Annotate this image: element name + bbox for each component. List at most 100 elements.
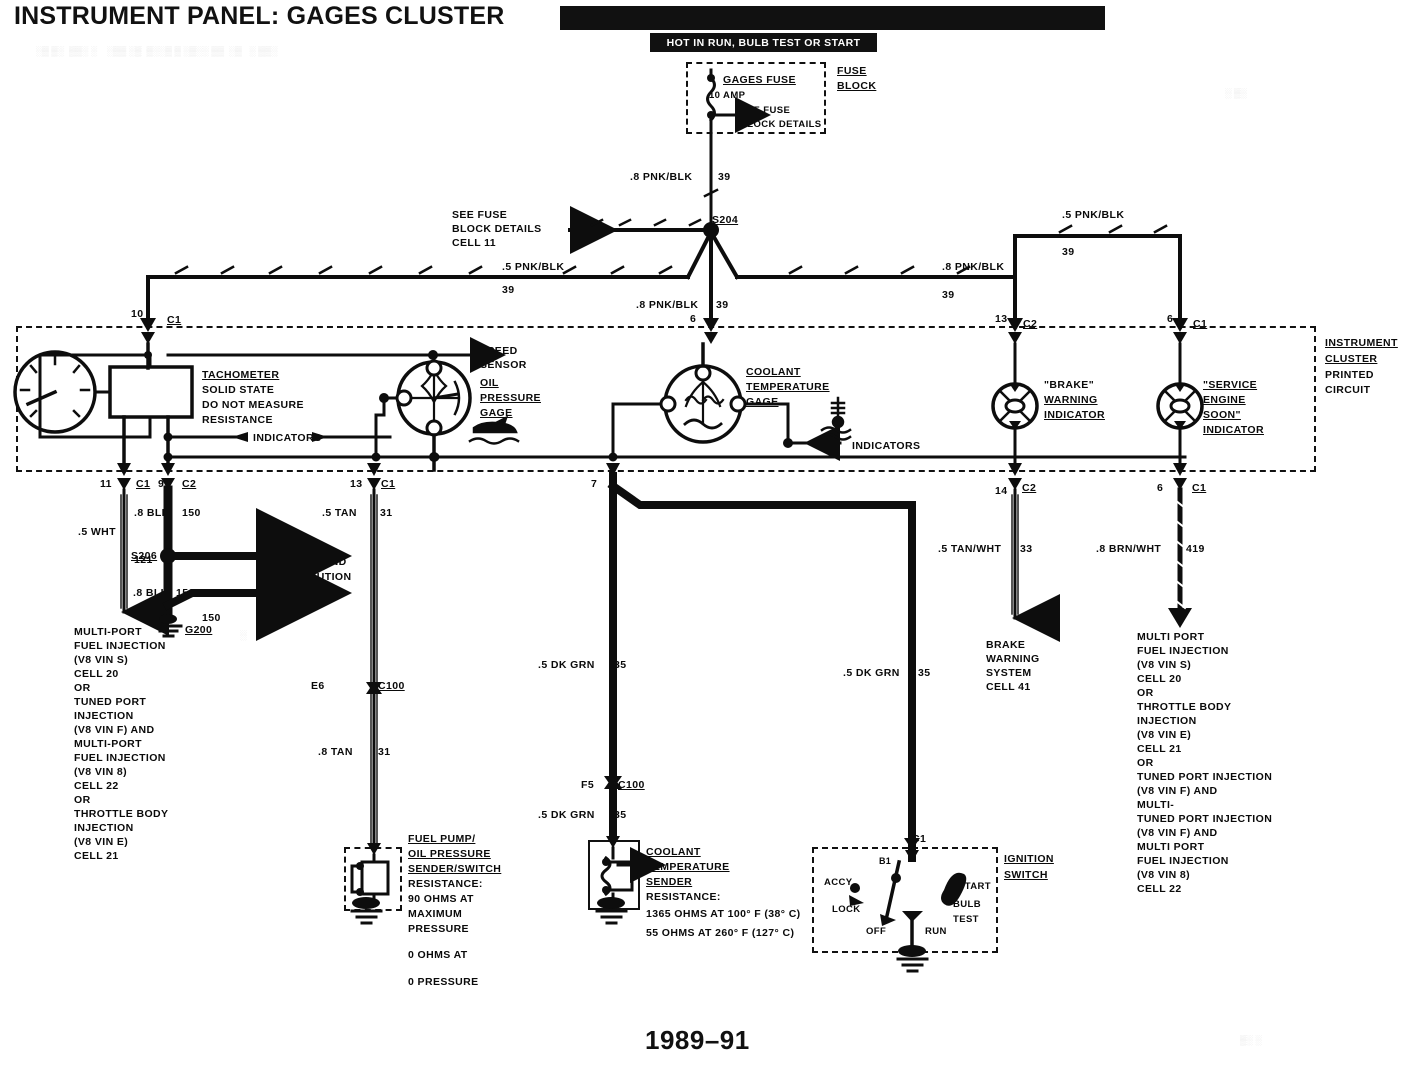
left-dest-line-13: THROTTLE BODY (74, 808, 169, 820)
ignition-position-accy[interactable]: ACCY (824, 876, 853, 889)
coolant-sender-label-line3: SENDER (646, 876, 693, 888)
speed-sensor-label-line1: SPEED (480, 345, 518, 357)
oil-sender-label-line5: 90 OHMS AT (408, 893, 474, 905)
scan-artifact: ░▒ ▒░ ▒▒░ ░ ░▒▒ ░▒ ▒░░▒ ▒ ░▒░░ ▒▒ ░▒ ░ ▒… (36, 46, 278, 56)
wire-label-brake-branch-number: 39 (942, 289, 955, 301)
wire-label-cluster-gnd-lower-spec: .8 BLK (133, 587, 169, 599)
connector-top-left-name: C1 (167, 314, 182, 326)
brake-indicator-label-line2: WARNING (1044, 394, 1098, 406)
wire-label-coolant-upper-number: 35 (614, 659, 627, 671)
right-dest-line-9: OR (1137, 757, 1154, 769)
coolant-gage-label-line2: TEMPERATURE (746, 381, 830, 393)
right-dest-line-12: MULTI- (1137, 799, 1175, 811)
wire-label-fuse-out-number: 39 (718, 171, 731, 183)
wiring-diagram-sheet: INSTRUMENT PANEL: GAGES CLUSTER ░▒ ▒░ ▒▒… (0, 0, 1418, 1067)
ignition-position-bulb-test-line1[interactable]: BULB (953, 898, 981, 911)
oil-pressure-gage-label-line1: OIL (480, 377, 499, 389)
wire-label-oil-send-upper-spec: .5 TAN (322, 507, 357, 519)
wire-label-oil-send-upper-number: 31 (380, 507, 393, 519)
connector-bot-tach-name: C1 (136, 478, 151, 490)
tachometer-label-line1: TACHOMETER (202, 369, 280, 381)
coolant-gage-pole-cold: C (724, 411, 731, 421)
ignition-position-start[interactable]: START (958, 880, 991, 893)
ignition-position-bulb-test-line2[interactable]: TEST (953, 913, 979, 926)
connector-bot-service-pin: 6 (1157, 482, 1164, 494)
left-dest-line-14: INJECTION (74, 822, 134, 834)
cluster-label-line2: CLUSTER (1325, 353, 1378, 365)
oil-sender-label-line4: RESISTANCE: (408, 878, 483, 890)
wire-label-fuse-out-spec: .8 PNK/BLK (630, 171, 693, 183)
see-ground-ref-line2: DISTRIBUTION (272, 571, 352, 583)
connector-c100-oil-name: C100 (378, 680, 405, 692)
coolant-gage-pole-hot: H (679, 411, 686, 421)
fuse-rating-label: 10 AMP (709, 90, 746, 101)
connector-bot-oil-pin: 13 (350, 478, 363, 490)
right-dest-line-16: FUEL INJECTION (1137, 855, 1229, 867)
connector-bot-gnd-name: C2 (182, 478, 197, 490)
brake-dest-line-2: SYSTEM (986, 667, 1032, 679)
right-dest-line-8: CELL 21 (1137, 743, 1182, 755)
ignition-position-off[interactable]: OFF (866, 925, 886, 938)
service-indicator-label-line4: INDICATOR (1203, 424, 1264, 436)
left-dest-line-4: OR (74, 682, 91, 694)
left-dest-line-5: TUNED PORT (74, 696, 147, 708)
left-dest-line-11: CELL 22 (74, 780, 119, 792)
oil-gage-pole-high: H (430, 421, 437, 431)
ignition-switch-label-line1: IGNITION (1004, 853, 1054, 865)
oil-sender-label-line8: 0 OHMS AT (408, 949, 468, 961)
splice-s204-label: S204 (712, 214, 739, 226)
see-ground-ref-line3: CELL 14 (272, 586, 317, 598)
oil-sender-label-line7: PRESSURE (408, 923, 469, 935)
right-dest-line-6: INJECTION (1137, 715, 1197, 727)
oil-sender-label-line2: OIL PRESSURE (408, 848, 491, 860)
left-dest-line-16: CELL 21 (74, 850, 119, 862)
wire-label-center-down-number: 39 (716, 299, 729, 311)
right-dest-line-15: MULTI PORT (1137, 841, 1205, 853)
right-dest-line-2: (V8 VIN S) (1137, 659, 1192, 671)
oil-pressure-gage-label-line2: PRESSURE (480, 392, 541, 404)
connector-top-left-pin: 10 (131, 308, 144, 320)
connector-bot-brake-pin: 14 (995, 485, 1008, 497)
left-dest-line-6: INJECTION (74, 710, 134, 722)
connector-c100-coolant-pin: F5 (581, 779, 595, 791)
connector-bot-service-name: C1 (1192, 482, 1207, 494)
connector-bot-coolant-pin: 7 (591, 478, 598, 490)
right-dest-line-5: THROTTLE BODY (1137, 701, 1232, 713)
ignition-position-run[interactable]: RUN (925, 925, 947, 938)
oil-pressure-gage-label-line3: GAGE (480, 407, 513, 419)
brake-dest-line-3: CELL 41 (986, 681, 1031, 693)
right-dest-line-13: TUNED PORT INJECTION (1137, 813, 1273, 825)
brake-dest-line-1: WARNING (986, 653, 1040, 665)
hot-in-run-banner: HOT IN RUN, BULB TEST OR START (650, 33, 877, 52)
right-destination-block: MULTI PORT FUEL INJECTION (V8 VIN S) CEL… (1137, 630, 1272, 896)
wire-label-oil-send-lower-number: 31 (378, 746, 391, 758)
ignition-position-lock[interactable]: LOCK (832, 903, 861, 916)
left-dest-line-15: (V8 VIN E) (74, 836, 129, 848)
scan-artifact-right: ░ ▒░ (1225, 88, 1247, 98)
ground-g200-label: G200 (185, 624, 213, 636)
fuse-block-label-line1: FUSE (837, 65, 867, 77)
see-fuse-ref-line3: CELL 11 (452, 237, 497, 249)
wire-label-brake-warn-spec: .5 TAN/WHT (938, 543, 1002, 555)
splice-s206-label: S206 (131, 550, 158, 562)
connector-bot-tach-pin: 11 (100, 478, 112, 490)
wire-label-brake-branch-spec: .8 PNK/BLK (942, 261, 1005, 273)
brake-dest-line-0: BRAKE (986, 639, 1026, 651)
brake-indicator-label-line1: "BRAKE" (1044, 379, 1095, 391)
oil-gage-pole-low: L (432, 375, 438, 385)
wire-label-left-branch-spec: .5 PNK/BLK (502, 261, 565, 273)
wire-label-ign-feed-number: 35 (918, 667, 931, 679)
connector-bot-brake-name: C2 (1022, 482, 1037, 494)
wire-label-cluster-gnd-upper-number: 150 (182, 507, 201, 519)
wire-label-cluster-gnd-upper-spec: .8 BLK (134, 507, 170, 519)
wire-label-ign-feed-spec: .5 DK GRN (843, 667, 900, 679)
fuel-pump-oil-pressure-sender-boundary (344, 847, 402, 911)
left-dest-line-3: CELL 20 (74, 668, 119, 680)
title-rule-bar (560, 6, 1105, 30)
wire-label-brake-warn-number: 33 (1020, 543, 1033, 555)
connector-ign-c1-name: C1 (912, 833, 927, 845)
connector-top-service-pin: 6 (1167, 313, 1174, 325)
cluster-label-line3: PRINTED (1325, 369, 1374, 381)
service-indicator-label-line2: ENGINE (1203, 394, 1246, 406)
cluster-label-line4: CIRCUIT (1325, 384, 1371, 396)
